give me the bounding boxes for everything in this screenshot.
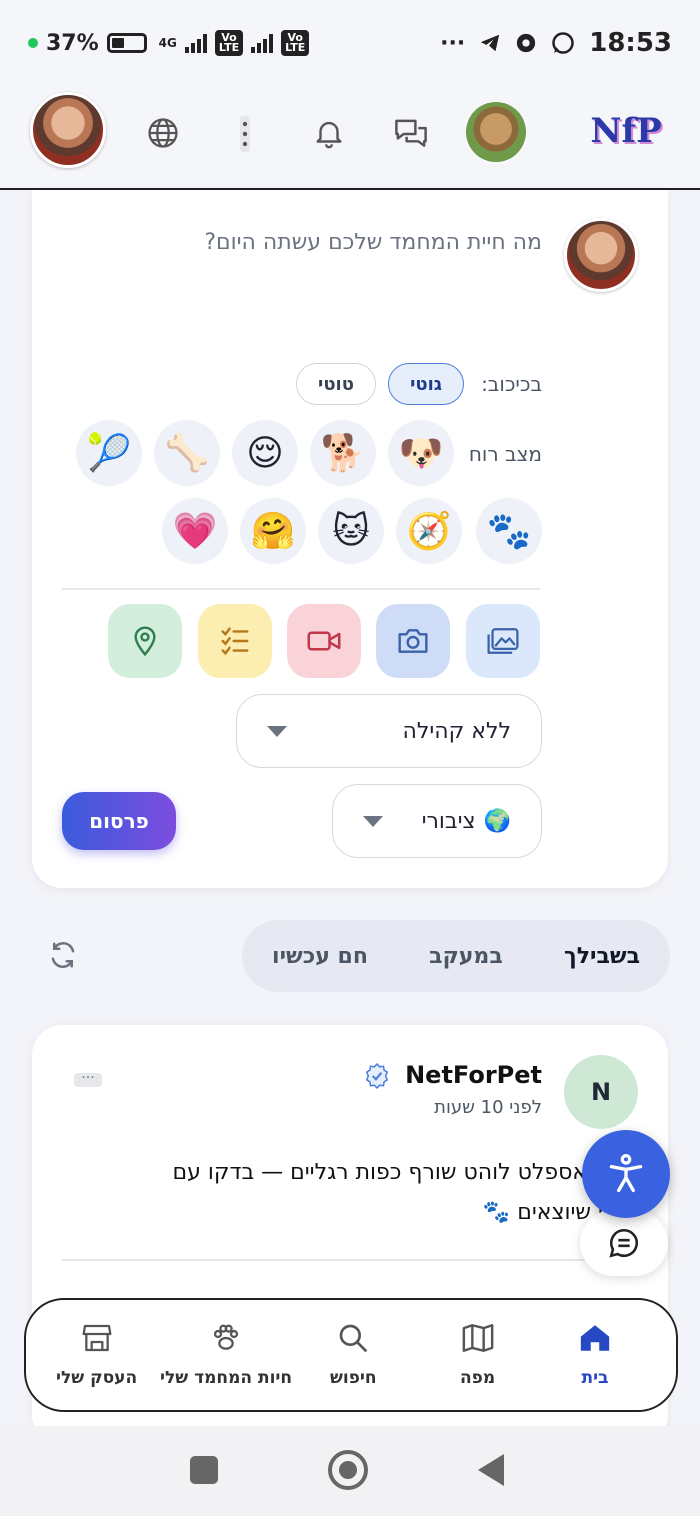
whatsapp-icon <box>552 32 574 54</box>
image-icon <box>487 628 519 654</box>
mood-happy-icon[interactable]: 🐶 <box>388 420 454 486</box>
mood-play-icon[interactable]: 🎾 <box>76 420 142 486</box>
nav-search[interactable]: חיפוש <box>330 1322 377 1388</box>
nav-my-business[interactable]: העסק שלי <box>56 1322 137 1388</box>
chevron-down-icon <box>363 815 383 827</box>
globe-icon[interactable] <box>146 116 180 150</box>
nav-home[interactable]: בית <box>578 1322 612 1388</box>
volte-icon: Vo LTE <box>214 30 244 56</box>
accessibility-icon <box>609 1154 643 1193</box>
mood-sleepy-icon[interactable]: 😌 <box>232 420 298 486</box>
tab-trending[interactable]: חם עכשיו <box>272 944 368 969</box>
volte-icon-2: Vo LTE <box>281 30 310 56</box>
post-body-line-2: לפני שיוצאים 🐾 <box>482 1200 638 1225</box>
refresh-icon[interactable] <box>48 940 78 974</box>
network-type: 4G <box>158 36 177 50</box>
privacy-dot-icon <box>28 38 38 48</box>
pet-chip-goti[interactable]: גוטי <box>388 363 464 405</box>
chat-icon[interactable] <box>392 116 430 152</box>
mood-grumpy-icon[interactable]: 🐱 <box>318 498 384 564</box>
mood-hug-icon[interactable]: 🤗 <box>240 498 306 564</box>
checklist-button[interactable] <box>198 604 272 678</box>
nav-map-label: מפה <box>460 1368 496 1388</box>
more-notifications-icon: ··· <box>440 30 466 56</box>
post-text-input[interactable]: מה חיית המחמד שלכם עשתה היום? <box>204 230 542 255</box>
app-logo[interactable]: NfP <box>586 100 666 162</box>
mood-cuddly-icon[interactable]: 🐾 <box>476 498 542 564</box>
store-icon <box>82 1324 112 1352</box>
chevron-down-icon <box>267 725 287 737</box>
post-time: לפני 10 שעות <box>434 1097 542 1118</box>
nav-map[interactable]: מפה <box>460 1322 495 1388</box>
post-body-line-1: חוץ? אספלט לוהט שורף כפות רגליים — בדקו … <box>172 1160 638 1185</box>
pet-chip-toti[interactable]: טוטי <box>296 363 376 405</box>
checklist-icon <box>221 627 249 656</box>
video-icon <box>307 631 341 651</box>
search-icon <box>339 1324 368 1353</box>
clock: 18:53 <box>589 28 672 58</box>
mood-label: מצב רוח <box>468 442 542 466</box>
chat-bubble-icon <box>609 1228 638 1258</box>
privacy-select[interactable]: 🌍 ציבורי <box>332 784 542 858</box>
chrome-icon <box>517 33 536 53</box>
back-icon[interactable] <box>478 1454 504 1486</box>
signal-icon <box>184 33 207 53</box>
status-bar: 37% 4G Vo LTE Vo LTE ··· 18:53 <box>0 0 700 86</box>
tab-for-you[interactable]: בשבילך <box>564 944 640 969</box>
nav-search-label: חיפוש <box>330 1368 377 1388</box>
tab-following[interactable]: במעקב <box>429 944 503 969</box>
pet-avatar[interactable] <box>466 102 526 162</box>
privacy-select-value: ציבורי <box>421 808 476 834</box>
location-button[interactable] <box>108 604 182 678</box>
mood-adventure-icon[interactable]: 🧭 <box>396 498 462 564</box>
status-left: 37% 4G Vo LTE Vo LTE <box>28 30 310 56</box>
community-select-value: ללא קהילה <box>402 718 512 744</box>
battery-icon <box>106 33 147 53</box>
post-author-name[interactable]: NetForPet <box>405 1061 542 1089</box>
telegram-icon <box>481 34 500 52</box>
status-right: ··· 18:53 <box>440 28 672 58</box>
post-divider <box>62 1259 622 1261</box>
nav-my-pets-label: חיות המחמד שלי <box>160 1368 293 1388</box>
kebab-menu-icon[interactable] <box>236 116 254 152</box>
nav-my-business-label: העסק שלי <box>56 1368 138 1388</box>
location-icon <box>134 626 156 657</box>
mood-excited-icon[interactable]: 🐕 <box>310 420 376 486</box>
home-icon <box>580 1325 610 1351</box>
globe-emoji-icon: 🌍 <box>483 808 511 834</box>
chat-support-button[interactable] <box>580 1210 668 1276</box>
composer-avatar <box>564 218 638 292</box>
battery-percent: 37% <box>46 30 99 56</box>
map-icon <box>462 1324 493 1352</box>
verified-badge-icon <box>364 1063 390 1093</box>
publish-button[interactable]: פרסום <box>62 792 176 850</box>
bell-icon[interactable] <box>312 116 346 150</box>
system-navigation-bar <box>0 1426 700 1516</box>
bottom-nav: בית מפה חיפוש חיות המחמד שלי העסק שלי <box>24 1298 678 1412</box>
post-body: חוץ? אספלט לוהט שורף כפות רגליים — בדקו … <box>58 1153 638 1233</box>
recent-apps-icon[interactable] <box>190 1456 218 1484</box>
post-author-avatar[interactable]: N <box>564 1055 638 1129</box>
post-more-button[interactable]: ··· <box>74 1071 102 1087</box>
paw-icon <box>213 1324 239 1350</box>
camera-icon <box>398 629 428 653</box>
starring-label: בכיכוב: <box>481 372 542 396</box>
profile-avatar[interactable] <box>30 92 106 168</box>
community-select[interactable]: ללא קהילה <box>236 694 542 768</box>
composer-divider <box>62 588 540 590</box>
mood-love-icon[interactable]: 💗 <box>162 498 228 564</box>
mood-bone-icon[interactable]: 🦴 <box>154 420 220 486</box>
app-header: NfP <box>0 86 700 190</box>
camera-button[interactable] <box>376 604 450 678</box>
video-button[interactable] <box>287 604 361 678</box>
nav-home-label: בית <box>581 1368 609 1388</box>
accessibility-button[interactable] <box>582 1130 670 1218</box>
home-button-icon[interactable] <box>328 1450 368 1490</box>
add-image-button[interactable] <box>466 604 540 678</box>
signal-icon-2 <box>251 33 274 53</box>
feed-tabs: בשבילך במעקב חם עכשיו <box>242 920 670 992</box>
nav-my-pets[interactable]: חיות המחמד שלי <box>160 1322 292 1388</box>
create-post-card: מה חיית המחמד שלכם עשתה היום? בכיכוב: גו… <box>32 190 668 888</box>
